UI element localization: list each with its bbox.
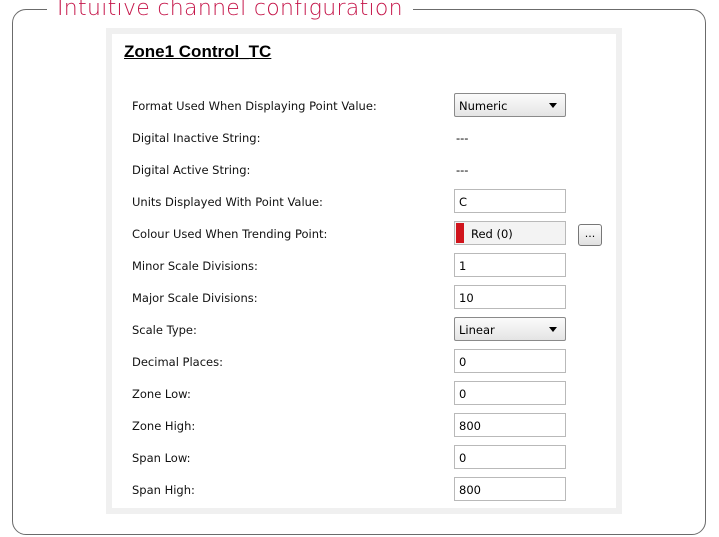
decimal-places-field[interactable]: 0 — [454, 349, 566, 373]
zone-low-label: Zone Low: — [132, 387, 191, 401]
chevron-down-icon — [549, 103, 557, 108]
zone-high-field[interactable]: 800 — [454, 413, 566, 437]
choose-colour-button[interactable]: ... — [578, 224, 602, 246]
span-high-field[interactable]: 800 — [454, 477, 566, 501]
row-scale-type: Scale Type: Linear — [112, 317, 616, 343]
row-trend-colour: Colour Used When Trending Point: Red (0)… — [112, 221, 616, 247]
minor-scale-label: Minor Scale Divisions: — [132, 259, 258, 273]
format-select[interactable]: Numeric — [454, 93, 566, 117]
trend-colour-field[interactable]: Red (0) — [454, 221, 566, 245]
scale-type-label: Scale Type: — [132, 323, 197, 337]
row-digital-inactive: Digital Inactive String: --- — [112, 125, 616, 151]
digital-inactive-label: Digital Inactive String: — [132, 131, 261, 145]
section-title: Intuitive channel configuration — [47, 0, 413, 22]
major-scale-field[interactable]: 10 — [454, 285, 566, 309]
minor-scale-field[interactable]: 1 — [454, 253, 566, 277]
row-span-high: Span High: 800 — [112, 477, 616, 503]
trend-colour-label: Colour Used When Trending Point: — [132, 227, 328, 241]
row-decimal-places: Decimal Places: 0 — [112, 349, 616, 375]
units-field[interactable]: C — [454, 189, 566, 213]
row-minor-scale: Minor Scale Divisions: 1 — [112, 253, 616, 279]
units-label: Units Displayed With Point Value: — [132, 195, 323, 209]
zone-high-label: Zone High: — [132, 419, 196, 433]
row-zone-low: Zone Low: 0 — [112, 381, 616, 407]
row-format: Format Used When Displaying Point Value:… — [112, 93, 616, 119]
digital-active-value: --- — [456, 163, 469, 177]
chevron-down-icon — [549, 327, 557, 332]
major-scale-label: Major Scale Divisions: — [132, 291, 258, 305]
trend-colour-value: Red (0) — [471, 227, 513, 241]
row-zone-high: Zone High: 800 — [112, 413, 616, 439]
digital-active-label: Digital Active String: — [132, 163, 251, 177]
span-low-field[interactable]: 0 — [454, 445, 566, 469]
properties-panel: Zone1 Control_TC Format Used When Displa… — [106, 28, 622, 514]
row-span-low: Span Low: 0 — [112, 445, 616, 471]
span-high-label: Span High: — [132, 483, 195, 497]
scale-type-select-value: Linear — [459, 323, 495, 337]
properties-panel-body: Zone1 Control_TC Format Used When Displa… — [112, 34, 616, 508]
row-digital-active: Digital Active String: --- — [112, 157, 616, 183]
decimal-places-label: Decimal Places: — [132, 355, 223, 369]
zone-low-field[interactable]: 0 — [454, 381, 566, 405]
digital-inactive-value: --- — [456, 131, 469, 145]
panel-title: Zone1 Control_TC — [124, 42, 272, 61]
row-units: Units Displayed With Point Value: C — [112, 189, 616, 215]
span-low-label: Span Low: — [132, 451, 191, 465]
scale-type-select[interactable]: Linear — [454, 317, 566, 341]
row-major-scale: Major Scale Divisions: 10 — [112, 285, 616, 311]
colour-swatch — [456, 223, 464, 243]
format-select-value: Numeric — [459, 99, 508, 113]
format-label: Format Used When Displaying Point Value: — [132, 99, 377, 113]
